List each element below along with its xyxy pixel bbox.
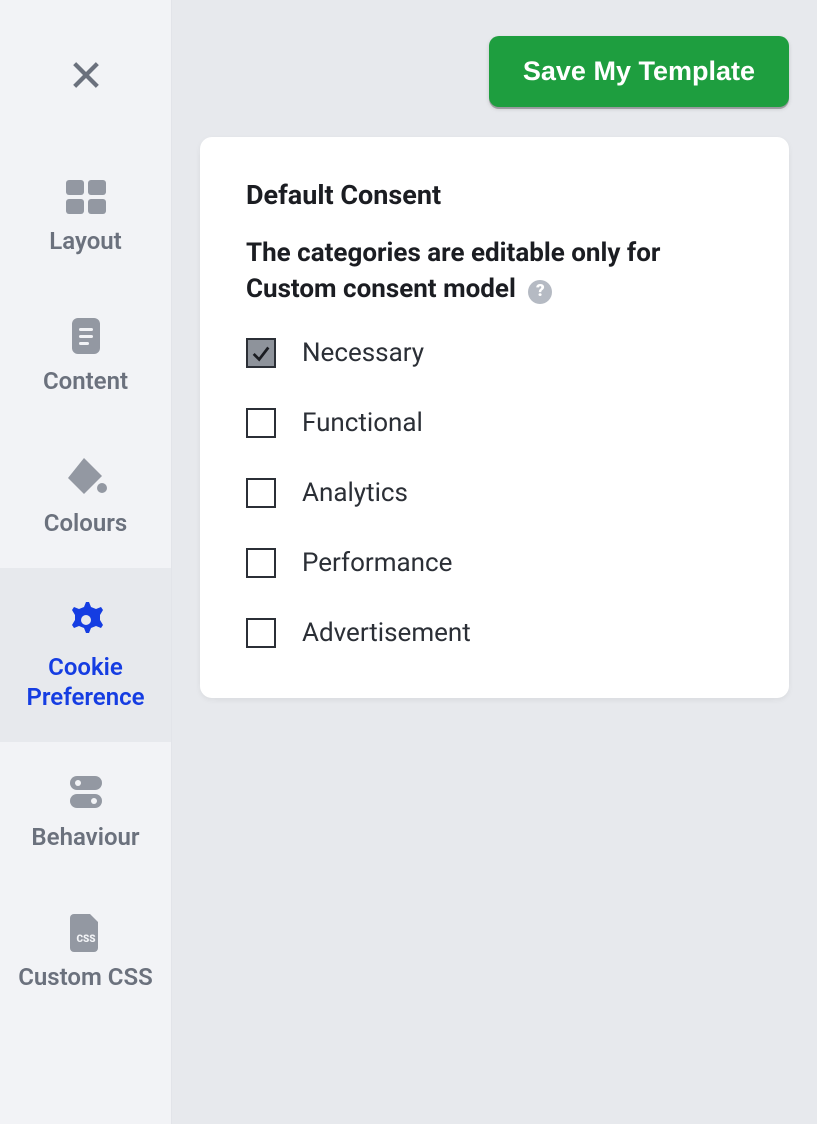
- close-button[interactable]: [0, 0, 171, 150]
- consent-row-necessary[interactable]: Necessary: [246, 338, 743, 368]
- consent-label: Analytics: [302, 478, 408, 508]
- close-icon: [69, 58, 103, 92]
- card-description-text: The categories are editable only for Cus…: [246, 238, 660, 304]
- sidebar-item-label: Layout: [49, 226, 121, 256]
- sidebar-item-behaviour[interactable]: Behaviour: [0, 742, 171, 882]
- checkbox-analytics[interactable]: [246, 478, 276, 508]
- default-consent-card: Default Consent The categories are edita…: [200, 137, 789, 698]
- checkbox-necessary[interactable]: [246, 338, 276, 368]
- sidebar-item-label: Behaviour: [31, 822, 139, 852]
- sidebar-item-label: Custom CSS: [18, 962, 153, 992]
- sidebar-item-custom-css[interactable]: CSS Custom CSS: [0, 882, 171, 1022]
- consent-row-advertisement[interactable]: Advertisement: [246, 618, 743, 648]
- gear-icon: [64, 598, 108, 642]
- main-content: Save My Template Default Consent The cat…: [172, 0, 817, 1124]
- sidebar-item-cookie-preference[interactable]: Cookie Preference: [0, 568, 171, 742]
- toolbar: Save My Template: [200, 36, 789, 107]
- css-file-icon: CSS: [68, 912, 104, 952]
- card-description: The categories are editable only for Cus…: [246, 235, 743, 308]
- svg-text:CSS: CSS: [76, 934, 95, 945]
- document-icon: [68, 316, 104, 356]
- paint-bucket-icon: [62, 456, 110, 498]
- consent-row-functional[interactable]: Functional: [246, 408, 743, 438]
- sidebar-item-label: Colours: [44, 508, 127, 538]
- app-root: Layout Content Colours: [0, 0, 817, 1124]
- checkbox-functional[interactable]: [246, 408, 276, 438]
- card-title: Default Consent: [246, 179, 743, 211]
- consent-label: Performance: [302, 548, 452, 578]
- consent-row-performance[interactable]: Performance: [246, 548, 743, 578]
- sidebar-item-colours[interactable]: Colours: [0, 426, 171, 568]
- sidebar-item-content[interactable]: Content: [0, 286, 171, 426]
- checkbox-advertisement[interactable]: [246, 618, 276, 648]
- consent-label: Functional: [302, 408, 423, 438]
- help-icon[interactable]: ?: [528, 280, 552, 304]
- sidebar: Layout Content Colours: [0, 0, 172, 1124]
- sidebar-item-label: Cookie Preference: [8, 652, 163, 712]
- checkbox-performance[interactable]: [246, 548, 276, 578]
- consent-label: Advertisement: [302, 618, 471, 648]
- save-template-button[interactable]: Save My Template: [489, 36, 789, 107]
- toggles-icon: [64, 772, 108, 812]
- consent-row-analytics[interactable]: Analytics: [246, 478, 743, 508]
- sidebar-item-layout[interactable]: Layout: [0, 150, 171, 286]
- grid-icon: [64, 180, 108, 216]
- consent-label: Necessary: [302, 338, 424, 368]
- check-icon: [250, 342, 272, 364]
- sidebar-item-label: Content: [43, 366, 128, 396]
